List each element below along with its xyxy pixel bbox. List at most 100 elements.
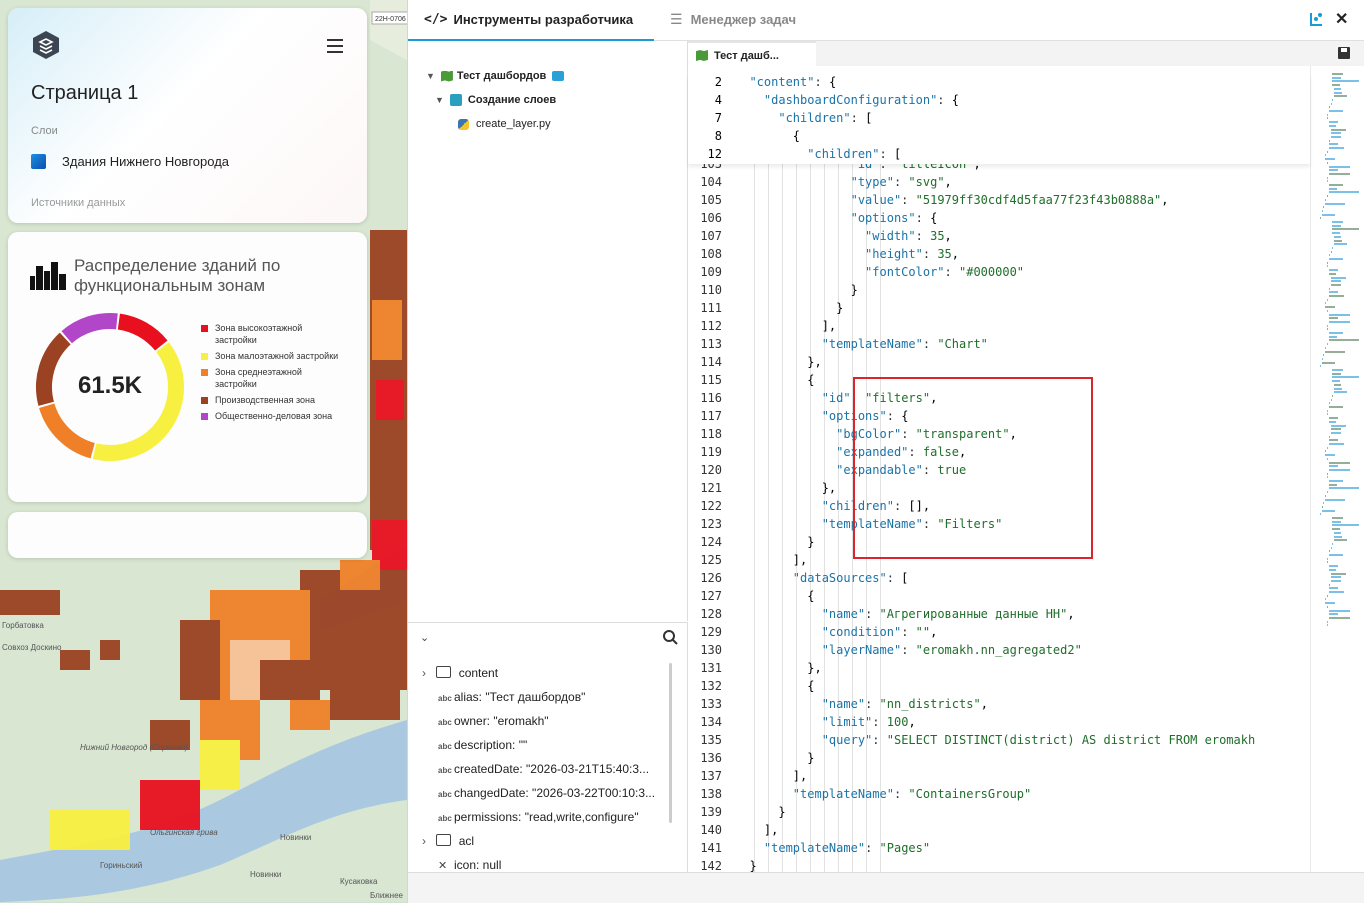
- prop-folder-label: acl: [458, 834, 475, 848]
- minimap-line: [1328, 550, 1330, 553]
- prop-row-icon[interactable]: ✕ icon: null: [438, 858, 501, 872]
- collapse-icon[interactable]: ⌄: [420, 631, 429, 644]
- prop-row[interactable]: abc description: "": [438, 738, 527, 752]
- minimap-line: [1328, 591, 1344, 593]
- line-number: 109: [700, 265, 722, 279]
- minimap-line: [1328, 172, 1351, 175]
- legend-label: Зона среднеэтажной застройки: [215, 367, 302, 389]
- minimap-line: [1321, 509, 1336, 512]
- minimap[interactable]: [1318, 73, 1363, 638]
- chevron-down-icon: ▼: [435, 95, 444, 105]
- app-logo-icon[interactable]: [31, 30, 61, 60]
- prop-text: icon: null: [454, 858, 502, 872]
- minimap-line: [1325, 602, 1335, 605]
- menu-icon[interactable]: [327, 39, 343, 53]
- donut-slice[interactable]: [92, 342, 184, 461]
- string-type-icon: abc: [438, 718, 452, 727]
- line-number: 104: [700, 175, 722, 189]
- minimap-line: [1325, 306, 1335, 309]
- legend-item[interactable]: Зона высокоэтажной застройки: [201, 322, 341, 346]
- minimap-line: [1328, 106, 1330, 109]
- properties-scrollbar[interactable]: [669, 663, 672, 823]
- code-line: ],: [735, 319, 837, 333]
- minimap-line: [1330, 572, 1346, 575]
- minimap-line: [1330, 276, 1346, 279]
- tree-item-file[interactable]: create_layer.py: [458, 118, 551, 130]
- line-number: 118: [700, 427, 722, 441]
- tab-developer-tools[interactable]: </> Инструменты разработчика: [408, 0, 654, 41]
- line-number: 141: [700, 841, 722, 855]
- search-icon[interactable]: [663, 630, 678, 650]
- minimap-line: [1328, 487, 1359, 490]
- map[interactable]: Горбатовка Совхоз Доскино Нижний Новгоро…: [0, 0, 407, 902]
- project-tree: ▼ Тест дашбордов ▼ Создание слоев create…: [408, 41, 688, 621]
- minimap-line: [1325, 598, 1327, 601]
- minimap-line: [1328, 461, 1350, 464]
- tab-developer-tools-label: Инструменты разработчика: [453, 12, 634, 27]
- code-line: {: [735, 129, 801, 143]
- prop-text: description: "": [454, 738, 528, 752]
- donut-slice[interactable]: [117, 313, 168, 351]
- line-number: 126: [700, 571, 722, 585]
- minimap-line: [1334, 391, 1348, 394]
- line-number: 8: [714, 129, 722, 143]
- legend-swatch: [201, 397, 208, 404]
- minimap-line: [1328, 147, 1344, 149]
- legend-item[interactable]: Общественно-деловая зона: [201, 410, 341, 422]
- minimap-line: [1321, 209, 1323, 212]
- minimap-line: [1328, 335, 1337, 338]
- minimap-line: [1328, 465, 1339, 468]
- legend-item[interactable]: Производственная зона: [201, 394, 341, 406]
- minimap-line: [1330, 431, 1342, 434]
- minimap-line: [1328, 609, 1350, 612]
- minimap-line: [1334, 87, 1342, 90]
- buildings-icon: [30, 262, 66, 295]
- map-icon: [696, 50, 708, 61]
- line-number: 4: [714, 93, 722, 107]
- tree-item-root[interactable]: ▼ Тест дашбордов: [426, 70, 565, 82]
- layout-icon[interactable]: [1308, 11, 1324, 27]
- donut-slice[interactable]: [39, 403, 96, 459]
- minimap-line: [1332, 524, 1359, 527]
- prop-row[interactable]: abc permissions: "read,write,configure": [438, 810, 639, 824]
- minimap-line: [1328, 191, 1359, 194]
- code-line: "name": "nn_districts",: [821, 697, 988, 711]
- legend-item[interactable]: Зона среднеэтажной застройки: [201, 366, 341, 390]
- close-icon[interactable]: ✕: [1335, 9, 1348, 29]
- layer-item[interactable]: Здания Нижнего Новгорода: [31, 154, 229, 169]
- prop-row[interactable]: abc changedDate: "2026-03-22T00:10:3...: [438, 786, 655, 800]
- minimap-line: [1321, 357, 1323, 360]
- tree-item-child[interactable]: ▼ Создание слоев: [435, 94, 556, 106]
- minimap-line: [1328, 320, 1351, 323]
- prop-row[interactable]: abc createdDate: "2026-03-21T15:40:3...: [438, 762, 649, 776]
- code-line: "children": [: [807, 147, 902, 161]
- prop-row[interactable]: abc owner: "eromakh": [438, 714, 549, 728]
- line-number: 105: [700, 193, 722, 207]
- minimap-line: [1327, 113, 1329, 116]
- code-line: {: [735, 679, 815, 693]
- layer-color-icon: [31, 154, 46, 169]
- code-line: "dataSources": [: [792, 571, 909, 585]
- map-place-label: Совхоз Доскино: [2, 643, 62, 652]
- minimap-line: [1328, 417, 1339, 420]
- tab-task-manager[interactable]: ☰ Менеджер задач: [670, 0, 796, 39]
- code-line: {: [735, 373, 815, 387]
- prop-folder-content[interactable]: › content: [422, 666, 498, 680]
- minimap-line: [1319, 365, 1321, 368]
- minimap-line: [1332, 528, 1340, 531]
- minimap-line: [1323, 206, 1324, 209]
- minimap-line: [1330, 128, 1346, 131]
- minimap-line: [1327, 594, 1328, 597]
- prop-row[interactable]: abc alias: "Тест дашбордов": [438, 690, 585, 704]
- save-icon[interactable]: [1338, 47, 1350, 59]
- legend-item[interactable]: Зона малоэтажной застройки: [201, 350, 341, 362]
- file-tab[interactable]: Тест дашб...: [688, 41, 816, 68]
- dashboard-badge-icon: [552, 71, 565, 81]
- code-line: {: [735, 589, 815, 603]
- minimap-line: [1334, 387, 1342, 390]
- minimap-line: [1330, 135, 1342, 138]
- prop-folder-acl[interactable]: › acl: [422, 834, 474, 848]
- donut-slice[interactable]: [61, 313, 118, 344]
- line-number: 130: [700, 643, 722, 657]
- minimap-line: [1325, 202, 1345, 205]
